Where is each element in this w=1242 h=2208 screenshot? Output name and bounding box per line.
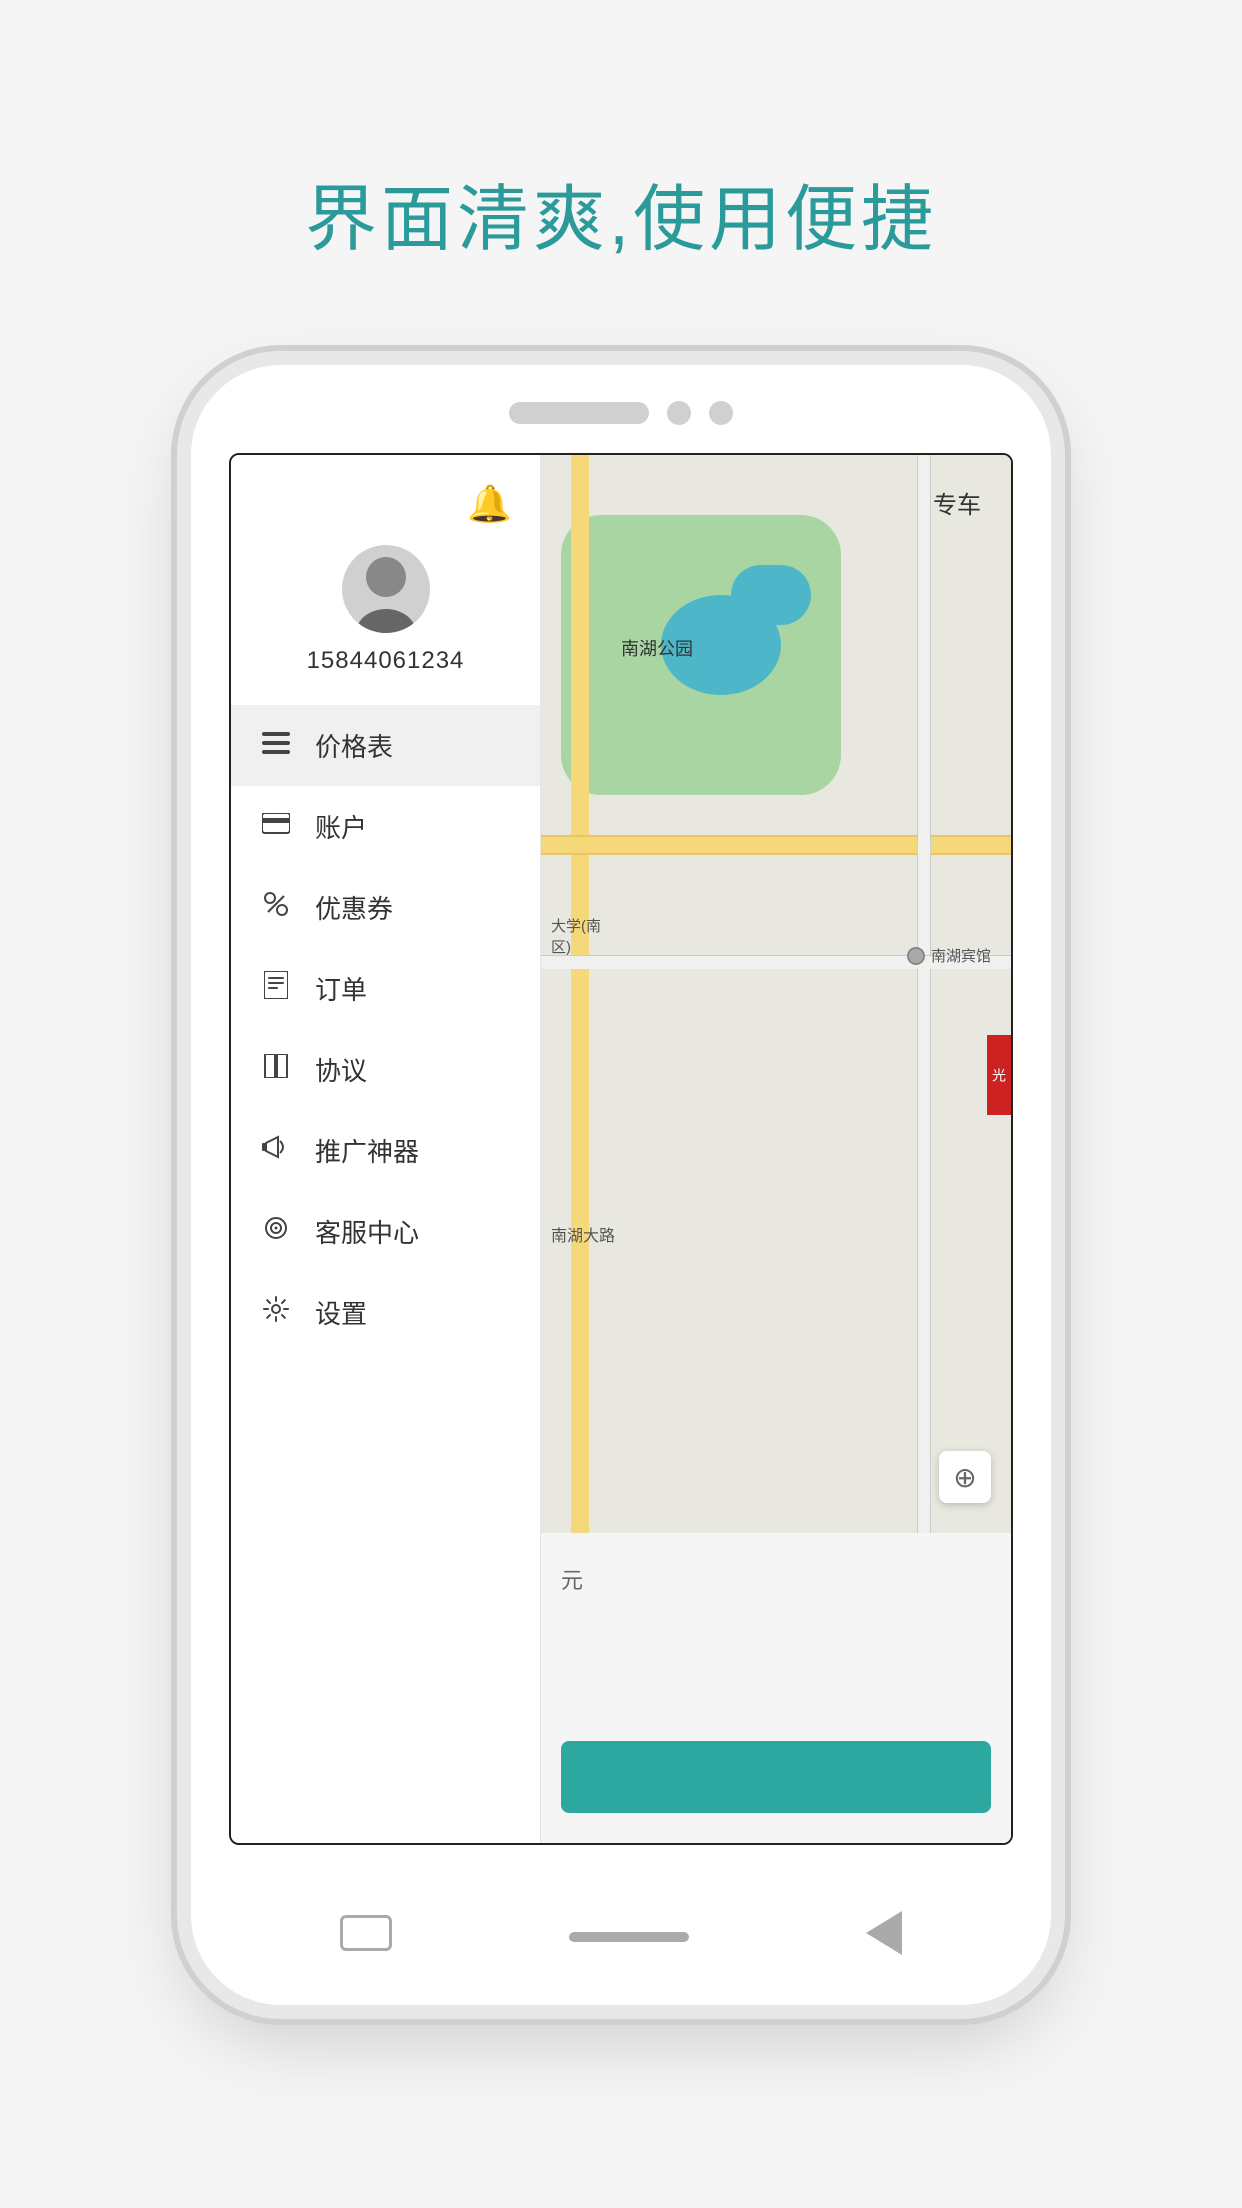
- nav-btn-home[interactable]: [569, 1924, 689, 1942]
- settings-icon: [259, 1296, 293, 1329]
- poi-qu: 区): [551, 936, 601, 957]
- location-button[interactable]: ⊕: [939, 1451, 991, 1503]
- road-label: 南湖大路: [551, 1222, 615, 1246]
- menu-label-service: 客服中心: [315, 1213, 419, 1250]
- page-title: 界面清爽,使用便捷: [305, 160, 937, 265]
- user-profile-section: 15844061234: [231, 535, 540, 705]
- menu-item-account[interactable]: 账户: [231, 786, 540, 867]
- menu-label-settings: 设置: [315, 1294, 367, 1331]
- poi-zhuanche: 专车: [933, 485, 981, 520]
- coupon-icon: [259, 891, 293, 924]
- map-bottom-panel: 元: [541, 1533, 1011, 1843]
- red-banner-text: 光: [989, 1068, 1009, 1082]
- menu-label-account: 账户: [315, 808, 367, 845]
- nav-btn-back[interactable]: [866, 1911, 902, 1955]
- poi-daxue: 大学(南: [551, 915, 601, 936]
- lake-secondary: [731, 565, 811, 625]
- menu-item-service[interactable]: 客服中心: [231, 1191, 540, 1272]
- agreement-icon: [259, 1054, 293, 1085]
- phone-bottom-bar: [191, 1911, 1051, 1955]
- user-phone-number: 15844061234: [307, 647, 465, 675]
- menu-item-orders[interactable]: 订单: [231, 948, 540, 1029]
- menu-label-price-list: 价格表: [315, 727, 393, 764]
- menu-label-coupon: 优惠券: [315, 889, 393, 926]
- menu-item-promote[interactable]: 推广神器: [231, 1110, 540, 1191]
- menu-label-promote: 推广神器: [315, 1132, 419, 1169]
- park-area: 南湖公园: [561, 515, 841, 795]
- menu-item-agreement[interactable]: 协议: [231, 1029, 540, 1110]
- menu-item-price-list[interactable]: 价格表: [231, 705, 540, 786]
- park-label: 南湖公园: [621, 635, 693, 661]
- service-icon: [259, 1216, 293, 1247]
- nav-btn-recent[interactable]: [340, 1915, 392, 1951]
- price-list-icon: [259, 730, 293, 761]
- red-banner: 光: [987, 1035, 1011, 1115]
- map-area: 南湖公园 南湖大路 专车 大学(南 区): [541, 455, 1011, 1843]
- location-crosshair-icon: ⊕: [953, 1461, 976, 1494]
- poi-dot: [907, 947, 925, 965]
- notification-bell-icon[interactable]: 🔔: [467, 483, 512, 525]
- camera-lens-2: [709, 401, 733, 425]
- menu-item-settings[interactable]: 设置: [231, 1272, 540, 1353]
- promote-icon: [259, 1135, 293, 1166]
- road-horizontal-main: 南湖大路: [541, 835, 1011, 855]
- call-car-button[interactable]: [561, 1741, 991, 1813]
- menu-label-agreement: 协议: [315, 1051, 367, 1088]
- speaker: [509, 402, 649, 424]
- back-button-icon: [866, 1911, 902, 1955]
- camera-lens-1: [667, 401, 691, 425]
- menu-item-coupon[interactable]: 优惠券: [231, 867, 540, 948]
- drawer-panel: 🔔 15844061234: [231, 455, 541, 1843]
- orders-icon: [259, 971, 293, 1006]
- phone-screen: 🔔 15844061234: [229, 453, 1013, 1845]
- account-icon: [259, 811, 293, 842]
- phone-mockup: 🔔 15844061234: [191, 365, 1051, 2005]
- menu-label-orders: 订单: [315, 970, 367, 1007]
- phone-top-bar: [509, 401, 733, 425]
- avatar: [342, 545, 430, 633]
- home-button-icon: [569, 1932, 689, 1942]
- recent-apps-icon: [340, 1915, 392, 1951]
- yuan-label: 元: [561, 1563, 583, 1595]
- drawer-menu: 价格表 账户: [231, 705, 540, 1843]
- map-background: 南湖公园 南湖大路 专车 大学(南 区): [541, 455, 1011, 1843]
- poi-binguan: 南湖宾馆: [907, 945, 991, 966]
- drawer-header: 🔔: [231, 455, 540, 535]
